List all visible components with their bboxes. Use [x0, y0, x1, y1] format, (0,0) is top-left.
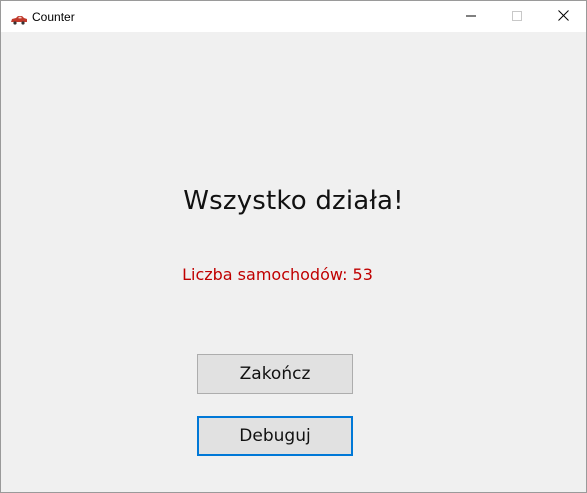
close-icon: [557, 8, 569, 26]
maximize-button[interactable]: [494, 1, 540, 32]
debug-button[interactable]: Debuguj: [197, 416, 353, 456]
client-area: Wszystko działa! Liczba samochodów: 53 Z…: [1, 32, 586, 492]
car-icon: [10, 12, 28, 25]
quit-button[interactable]: Zakończ: [197, 354, 353, 394]
app-window: Counter Wszystko działa! Liczba samochod…: [0, 0, 587, 493]
minimize-icon: [466, 8, 476, 26]
debug-button-label: Debuguj: [239, 426, 311, 446]
status-heading: Wszystko działa!: [183, 186, 404, 216]
maximize-icon: [512, 8, 522, 26]
title-bar[interactable]: Counter: [1, 1, 586, 32]
minimize-button[interactable]: [448, 1, 494, 32]
quit-button-label: Zakończ: [239, 364, 311, 384]
car-count-label: Liczba samochodów: 53: [182, 265, 373, 284]
close-button[interactable]: [540, 1, 586, 32]
window-title: Counter: [32, 10, 75, 24]
